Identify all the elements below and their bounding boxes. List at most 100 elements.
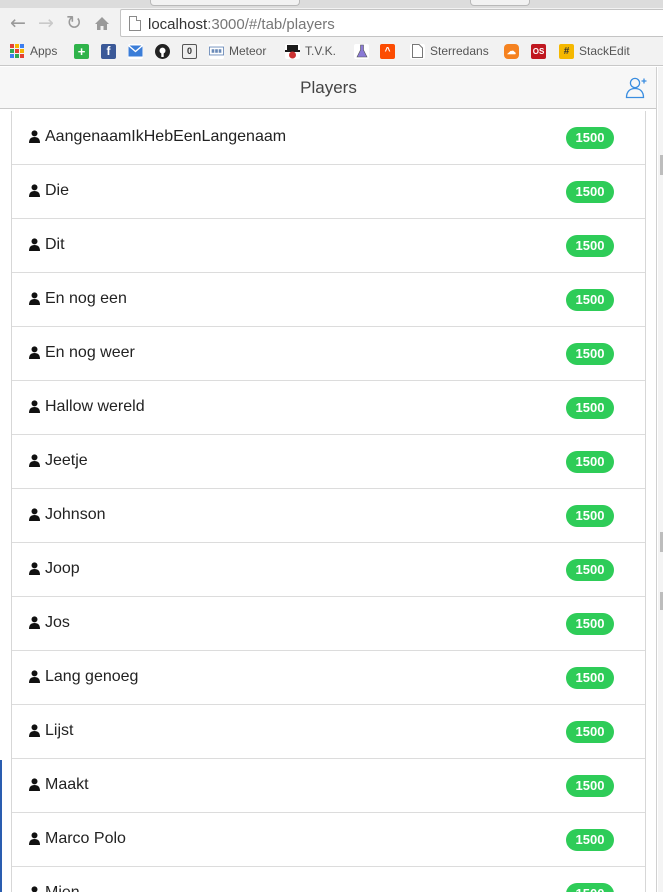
rating-badge: 1500 (566, 289, 614, 311)
person-icon (29, 724, 40, 737)
bookmark-tvk[interactable]: T.V.K. (285, 43, 336, 59)
bookmark-stackedit[interactable]: # StackEdit (559, 43, 630, 59)
person-icon (29, 670, 40, 683)
rating-badge: 1500 (566, 667, 614, 689)
rating-badge: 1500 (566, 721, 614, 743)
player-name: Dit (45, 236, 65, 253)
person-icon (29, 778, 40, 791)
zero-icon: 0 (182, 43, 197, 59)
player-row[interactable]: Lijst 1500 (12, 705, 645, 759)
rating-badge: 1500 (566, 343, 614, 365)
player-row[interactable]: AangenaamIkHebEenLangenaam 1500 (12, 111, 645, 165)
plus-icon: + (74, 43, 89, 59)
mail-icon (128, 43, 143, 59)
rating-badge: 1500 (566, 883, 614, 892)
player-row[interactable]: Jeetje 1500 (12, 435, 645, 489)
person-icon (29, 238, 40, 251)
address-bar[interactable]: localhost:3000/#/tab/players (120, 9, 663, 37)
bookmark-plus[interactable]: + (74, 43, 94, 59)
person-icon (29, 346, 40, 359)
soundcloud-icon: ☁ (504, 43, 519, 59)
player-name: Jos (45, 614, 70, 631)
bookmark-facebook[interactable]: f (101, 43, 121, 59)
person-icon (29, 184, 40, 197)
rating-badge: 1500 (566, 775, 614, 797)
player-name: En nog weer (45, 344, 135, 361)
person-icon (29, 454, 40, 467)
bookmark-apps[interactable]: Apps (10, 43, 57, 59)
flask-icon (354, 43, 369, 59)
player-row[interactable]: Maakt 1500 (12, 759, 645, 813)
person-icon (29, 508, 40, 521)
bookmark-sterredans[interactable]: Sterredans (410, 43, 489, 59)
page-icon (410, 43, 425, 59)
person-icon (29, 616, 40, 629)
rating-badge: 1500 (566, 505, 614, 527)
player-name: Lang genoeg (45, 668, 139, 685)
bookmark-mail[interactable] (128, 43, 148, 59)
players-view: Players AangenaamIkHebEenLangenaam 1500 Di… (0, 67, 657, 892)
player-row[interactable]: Die 1500 (12, 165, 645, 219)
player-name: Maakt (45, 776, 89, 793)
page-title: Players (300, 78, 357, 97)
active-tab[interactable] (150, 0, 300, 6)
player-name: Hallow wereld (45, 398, 145, 415)
player-row[interactable]: Lang genoeg 1500 (12, 651, 645, 705)
person-icon (29, 562, 40, 575)
window-edge (0, 760, 2, 892)
bookmark-github[interactable] (155, 43, 175, 59)
home-icon[interactable] (91, 12, 113, 34)
person-icon (29, 400, 40, 413)
player-name: AangenaamIkHebEenLangenaam (45, 128, 287, 145)
player-row[interactable]: Jos 1500 (12, 597, 645, 651)
rating-badge: 1500 (566, 559, 614, 581)
player-row[interactable]: En nog weer 1500 (12, 327, 645, 381)
rating-badge: 1500 (566, 829, 614, 851)
rating-badge: 1500 (566, 235, 614, 257)
bookmark-zero[interactable]: 0 (182, 43, 202, 59)
person-icon (29, 130, 40, 143)
person-icon (29, 832, 40, 845)
tab-strip (0, 0, 663, 8)
player-row[interactable]: Joop 1500 (12, 543, 645, 597)
player-row[interactable]: Dit 1500 (12, 219, 645, 273)
person-icon (29, 886, 40, 892)
apps-grid-icon (10, 44, 24, 58)
player-name: Johnson (45, 506, 106, 523)
player-list: AangenaamIkHebEenLangenaam 1500 Die 1500 Dit… (11, 111, 646, 892)
scrollbar-track[interactable] (658, 67, 663, 892)
player-name: Jeetje (45, 452, 88, 469)
rating-badge: 1500 (566, 127, 614, 149)
tvk-icon (285, 43, 300, 59)
player-name: En nog een (45, 290, 127, 307)
back-icon[interactable]: ← (7, 12, 29, 34)
player-name: Die (45, 182, 70, 199)
facebook-icon: f (101, 43, 116, 59)
browser-chrome: ← → ↻ localhost:3000/#/tab/players Apps … (0, 0, 663, 66)
reload-icon[interactable]: ↻ (63, 12, 85, 34)
inactive-tab[interactable] (470, 0, 530, 6)
player-row[interactable]: Johnson 1500 (12, 489, 645, 543)
forward-icon[interactable]: → (35, 12, 57, 34)
bookmark-meteor[interactable]: Meteor (209, 43, 266, 59)
player-name: Joop (45, 560, 80, 577)
github-icon (155, 43, 170, 59)
bookmark-flask[interactable] (354, 43, 374, 59)
nav-bar: Players (0, 67, 656, 109)
bookmark-os[interactable]: OS (531, 43, 551, 59)
strava-icon: ^ (380, 43, 395, 59)
bookmark-strava[interactable]: ^ (380, 43, 400, 59)
rating-badge: 1500 (566, 451, 614, 473)
player-name: Lijst (45, 722, 74, 739)
page-icon (129, 16, 141, 31)
rating-badge: 1500 (566, 613, 614, 635)
bookmarks-bar: Apps + f 0 Meteor T.V.K. ^ Sterredans ☁ … (0, 40, 663, 62)
player-row[interactable]: Marco Polo 1500 (12, 813, 645, 867)
player-row[interactable]: En nog een 1500 (12, 273, 645, 327)
player-row[interactable]: Hallow wereld 1500 (12, 381, 645, 435)
player-row[interactable]: Mien 1500 (12, 867, 645, 892)
person-icon (29, 292, 40, 305)
add-user-icon[interactable] (624, 75, 650, 101)
player-name: Mien (45, 884, 80, 892)
bookmark-soundcloud[interactable]: ☁ (504, 43, 524, 59)
